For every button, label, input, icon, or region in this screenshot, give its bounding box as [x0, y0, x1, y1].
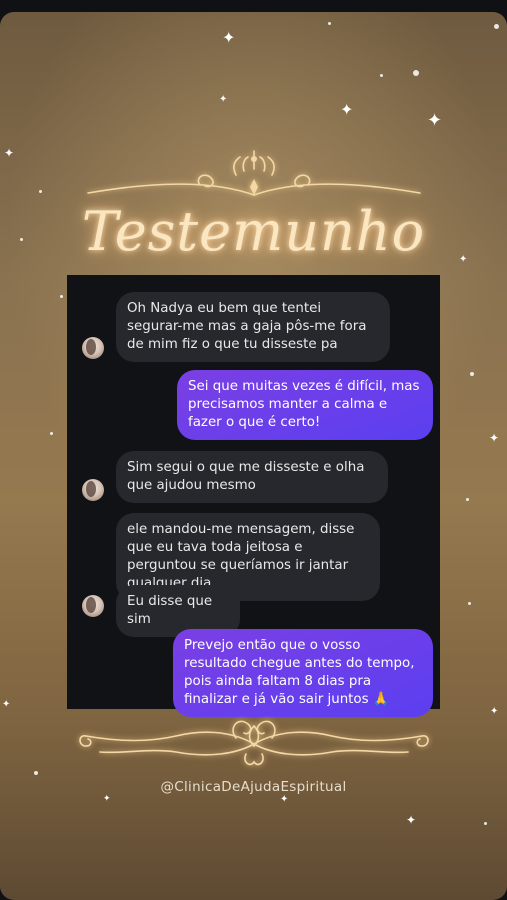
sparkle-dot — [494, 24, 499, 29]
sparkle-icon: ✦ — [103, 794, 111, 804]
chat-screenshot: Oh Nadya eu bem que tentei segurar-me ma… — [67, 275, 440, 717]
sparkle-icon: ✦ — [222, 28, 236, 47]
sparkle-icon: ✦ — [427, 110, 443, 131]
story-title: Testemunho — [81, 200, 426, 263]
avatar — [82, 479, 104, 501]
sparkle-dot — [468, 602, 471, 605]
sparkle-icon: ✦ — [280, 794, 289, 805]
avatar — [82, 337, 104, 359]
sparkle-dot — [470, 372, 474, 376]
sparkle-icon: ✦ — [219, 94, 228, 105]
sparkle-dot — [328, 22, 331, 25]
story-frame: ✦ ✦ ✦ ✦ ✦ ✦ ✦ ✦ ✦ ✦ ✦ ✦ Testemunho Oh Na… — [0, 12, 507, 900]
sparkle-dot — [60, 295, 63, 298]
ornament-top-icon — [87, 150, 421, 196]
message-bubble-outgoing: Sei que muitas vezes é difícil, mas prec… — [177, 370, 433, 440]
sparkle-icon: ✦ — [406, 813, 417, 827]
avatar — [82, 595, 104, 617]
sparkle-dot — [50, 432, 53, 435]
account-handle: @ClinicaDeAjudaEspiritual — [160, 779, 347, 795]
sparkle-dot — [484, 822, 487, 825]
sparkle-icon: ✦ — [340, 100, 354, 119]
sparkle-icon: ✦ — [489, 431, 500, 445]
ornament-bottom-icon — [79, 720, 429, 766]
message-bubble-incoming: Sim segui o que me disseste e olha que a… — [116, 451, 388, 503]
sparkle-dot — [466, 498, 469, 501]
sparkle-dot — [413, 70, 419, 76]
message-bubble-outgoing: Prevejo então que o vosso resultado cheg… — [173, 629, 433, 717]
sparkle-dot — [380, 74, 383, 77]
message-bubble-incoming: Oh Nadya eu bem que tentei segurar-me ma… — [116, 292, 390, 362]
